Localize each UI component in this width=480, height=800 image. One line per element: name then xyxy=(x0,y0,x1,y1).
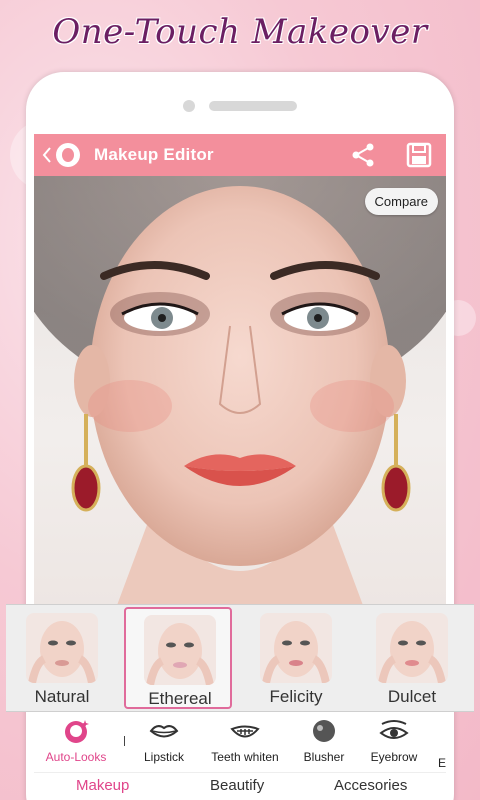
tool-label: E xyxy=(438,756,446,770)
promo-title: One-Touch Makeover xyxy=(52,12,428,52)
look-label: Natural xyxy=(34,687,90,706)
look-thumbnail xyxy=(26,613,98,683)
look-dulcet[interactable]: Dulcet xyxy=(358,607,466,709)
tool-label: Teeth whiten xyxy=(211,750,279,764)
face-sparkle-icon xyxy=(65,720,89,743)
tool-auto-looks[interactable]: Auto-Looks xyxy=(40,718,112,770)
tool-label: Lipstick xyxy=(143,750,184,764)
app-face-logo-icon xyxy=(56,143,80,167)
phone-camera-dot xyxy=(183,100,195,112)
makeup-tools-bar: Auto-Looks Lipstick Teeth whiten Blusher… xyxy=(34,712,446,772)
look-label: Felicity xyxy=(269,687,323,706)
tool-blusher[interactable]: Blusher xyxy=(298,718,350,770)
look-natural[interactable]: Natural xyxy=(8,607,116,709)
smile-teeth-icon xyxy=(230,725,260,738)
tools-divider xyxy=(124,736,125,746)
tool-label: Auto-Looks xyxy=(45,750,107,764)
tool-eyebrow[interactable]: Eyebrow xyxy=(366,718,422,770)
app-title: Makeup Editor xyxy=(94,145,214,164)
portrait-photo[interactable]: Compare xyxy=(34,176,446,608)
bottom-tabs: Makeup Beautify Accesories xyxy=(34,772,446,800)
eye-icon xyxy=(379,720,409,739)
look-ethereal[interactable]: Ethereal xyxy=(124,607,232,709)
chevron-left-icon[interactable] xyxy=(40,144,54,166)
look-thumbnail xyxy=(144,615,216,685)
lips-icon xyxy=(149,725,179,738)
tab-beautify[interactable]: Beautify xyxy=(210,777,264,794)
share-icon[interactable] xyxy=(350,142,376,168)
compare-button[interactable]: Compare xyxy=(364,188,438,215)
floppy-disk-icon[interactable] xyxy=(406,142,432,168)
tool-label: Blusher xyxy=(303,750,345,764)
tool-more[interactable]: E xyxy=(438,718,446,770)
look-thumbnail xyxy=(376,613,448,683)
look-thumbnail xyxy=(260,613,332,683)
portrait-illustration xyxy=(34,176,446,608)
tool-lipstick[interactable]: Lipstick xyxy=(134,718,194,770)
tab-makeup[interactable]: Makeup xyxy=(76,777,129,794)
phone-speaker xyxy=(209,101,297,111)
app-bar: Makeup Editor xyxy=(34,134,446,176)
look-label: Ethereal xyxy=(148,689,212,708)
auto-looks-strip: Natural Ethereal Felicity Dulcet xyxy=(6,604,474,712)
blush-icon xyxy=(313,720,335,742)
tool-teeth-whiten[interactable]: Teeth whiten xyxy=(206,718,284,770)
look-felicity[interactable]: Felicity xyxy=(242,607,350,709)
look-label: Dulcet xyxy=(387,687,437,706)
tab-accesories[interactable]: Accesories xyxy=(334,777,407,794)
tool-label: Eyebrow xyxy=(370,750,418,764)
